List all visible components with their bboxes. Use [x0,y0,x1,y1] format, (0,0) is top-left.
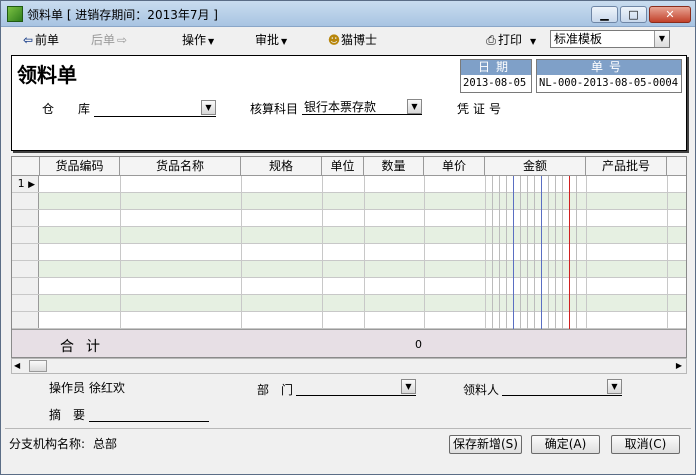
total-label: 合计 [60,339,112,355]
row-number [12,278,39,294]
prev-button[interactable]: ⇦ 前单 [21,31,59,47]
chevron-down-icon[interactable]: ▼ [607,379,622,394]
number-box: 单号 NL-000-2013-08-05-0004 [536,59,682,93]
chevron-down-icon: ▼ [208,37,215,46]
items-grid: 货品编码 货品名称 规格 单位 数量 单价 金额 产品批号 1 ▶ 合计 0 [11,156,687,358]
column-header-filler [667,157,686,176]
operator-value: 徐红欢 [89,381,126,395]
column-header[interactable]: 单价 [424,157,485,176]
summary-input[interactable] [89,405,209,422]
date-box: 日期 2013-08-05 [460,59,532,93]
account-label: 核算科目 [250,102,299,116]
date-caption: 日期 [461,60,531,75]
next-button[interactable]: 后单 ⇨ [91,31,129,47]
row-number [12,244,39,260]
row-number [12,210,39,226]
number-field[interactable]: NL-000-2013-08-05-0004 [537,75,681,92]
column-header[interactable]: 金额 [485,157,586,176]
column-header[interactable]: 数量 [364,157,424,176]
horizontal-scrollbar[interactable]: ◀ ▶ [11,358,687,374]
scroll-thumb[interactable] [29,360,47,372]
scroll-right-icon[interactable]: ▶ [676,361,682,370]
summary-label: 摘 要 [49,408,86,422]
close-button[interactable]: ✕ [649,6,691,23]
chevron-down-icon[interactable]: ▼ [654,31,669,47]
department-label: 部 门 [257,383,294,397]
operate-menu[interactable]: 操作 ▼ [182,31,214,47]
receiver-combo[interactable]: ▼ [502,379,622,396]
save-new-button[interactable]: 保存新增(S) [449,435,522,454]
warehouse-combo[interactable]: ▼ [94,100,216,117]
chevron-down-icon: ▼ [530,37,537,46]
chevron-down-icon[interactable]: ▼ [401,379,416,394]
scroll-left-icon[interactable]: ◀ [14,361,20,370]
account-value: 银行本票存款 [304,100,377,114]
cat-doctor-icon: ☻ [327,33,341,47]
column-header[interactable]: 规格 [241,157,322,176]
branch-label: 分支机构名称: [9,437,86,451]
column-header[interactable]: 产品批号 [586,157,667,176]
app-icon [7,6,23,22]
chevron-down-icon[interactable]: ▼ [407,99,422,114]
row-number [12,193,39,209]
number-caption: 单号 [537,60,681,75]
toolbar: ⇦ 前单 后单 ⇨ 操作 ▼ 审批 ▼ ☻猫博士 ⎙ 打印 ▼ 标准模板 ▼ [1,27,695,51]
total-row: 合计 0 [12,329,686,357]
arrow-right-icon: ⇨ [116,33,128,47]
row-number [12,295,39,311]
cancel-button[interactable]: 取消(C) [611,435,680,454]
total-quantity: 0 [415,338,422,351]
chevron-down-icon: ▼ [281,37,288,46]
grid-header: 货品编码 货品名称 规格 单位 数量 单价 金额 产品批号 [12,157,686,176]
department-combo[interactable]: ▼ [296,379,416,396]
column-header[interactable]: 货品名称 [120,157,241,176]
title-bar: 领料单 [ 进销存期间：2013年7月 ] ▁ □ ✕ [1,1,695,27]
printer-icon: ⎙ [486,33,496,47]
footer-divider [5,428,691,429]
warehouse-label: 仓 库 [42,102,91,116]
arrow-left-icon: ⇦ [22,33,34,47]
print-button[interactable]: ⎙ 打印 ▼ [484,31,536,47]
approve-menu[interactable]: 审批 ▼ [255,31,287,47]
account-combo[interactable]: 银行本票存款 ▼ [302,98,422,115]
branch-value: 总部 [93,437,118,451]
row-number-header [12,157,40,176]
chevron-down-icon[interactable]: ▼ [201,100,216,115]
column-header[interactable]: 单位 [322,157,364,176]
maximize-button[interactable]: □ [620,6,647,23]
window-title: 领料单 [ 进销存期间：2013年7月 ] [27,8,218,22]
column-header[interactable]: 货品编码 [40,157,120,176]
ok-button[interactable]: 确定(A) [531,435,600,454]
form-header-panel: 领料单 日期 2013-08-05 单号 NL-000-2013-08-05-0… [11,55,687,151]
receiver-label: 领料人 [463,383,500,397]
minimize-button[interactable]: ▁ [591,6,618,23]
date-field[interactable]: 2013-08-05 [461,75,531,92]
row-number [12,261,39,277]
window: 领料单 [ 进销存期间：2013年7月 ] ▁ □ ✕ ⇦ 前单 后单 ⇨ 操作 ▼ … [0,0,696,475]
template-select[interactable]: 标准模板 ▼ [550,30,670,48]
form-title: 领料单 [17,63,77,87]
row-number [12,312,39,328]
voucher-label: 凭证号 [457,102,506,116]
row-number [12,227,39,243]
assistant-button[interactable]: ☻猫博士 [327,31,377,47]
row-number: 1 ▶ [12,176,39,192]
current-row-icon: ▶ [28,180,35,190]
operator-label: 操作员 [49,381,86,395]
